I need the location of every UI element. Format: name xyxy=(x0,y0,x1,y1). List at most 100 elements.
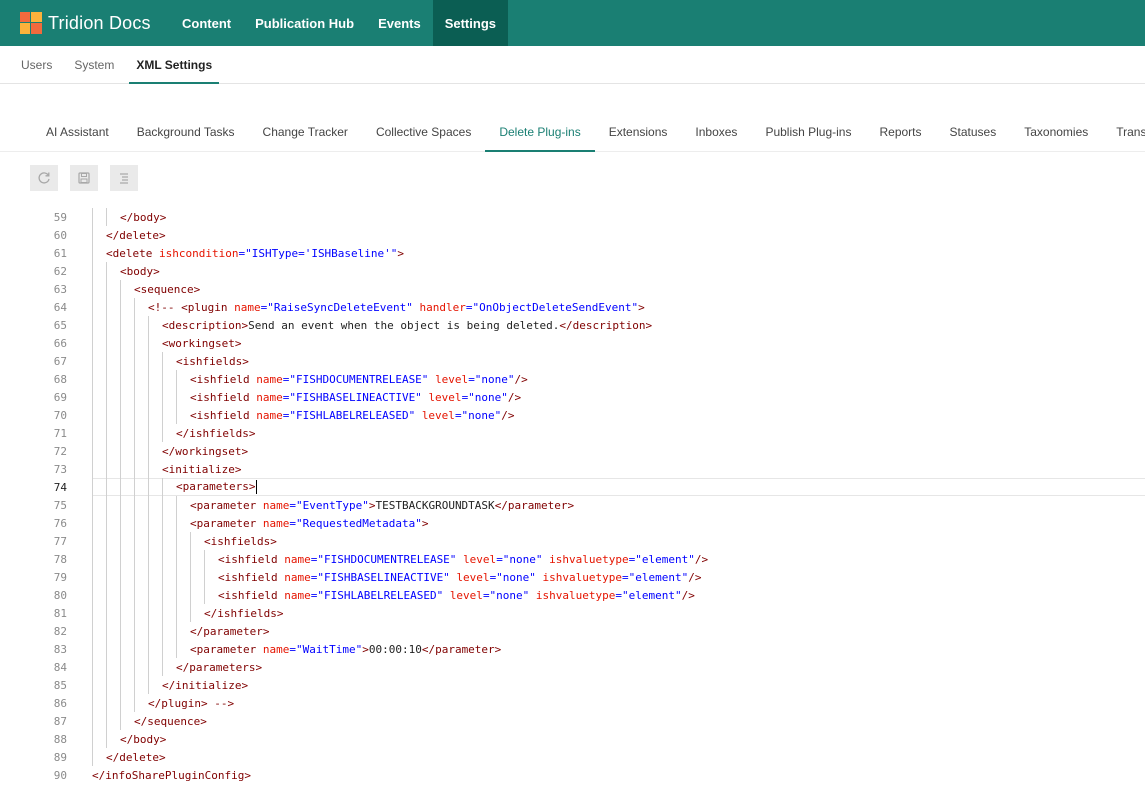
code-line[interactable]: 87 </sequence> xyxy=(0,712,1145,730)
code-line[interactable]: 66 <workingset> xyxy=(0,334,1145,352)
tab-background-tasks[interactable]: Background Tasks xyxy=(123,112,249,151)
code-line[interactable]: 64 <!-- <plugin name="RaiseSyncDeleteEven… xyxy=(0,298,1145,316)
code-line[interactable]: 89 </delete> xyxy=(0,748,1145,766)
indent-guide xyxy=(106,694,107,712)
tab-extensions[interactable]: Extensions xyxy=(595,112,682,151)
subnav-users[interactable]: Users xyxy=(10,46,63,83)
code-line[interactable]: 77 <ishfields> xyxy=(0,532,1145,550)
indent-guide xyxy=(120,424,121,442)
brand[interactable]: Tridion Docs xyxy=(0,0,170,46)
code-line[interactable]: 69 <ishfield name="FISHBASELINEACTIVE" le… xyxy=(0,388,1145,406)
code-line[interactable]: 84 </parameters> xyxy=(0,658,1145,676)
indent-guide xyxy=(148,640,149,658)
code-text: <workingset> xyxy=(162,336,242,350)
indent-guide xyxy=(148,676,149,694)
subnav-xml-settings[interactable]: XML Settings xyxy=(125,46,223,84)
code-text: </ishfields> xyxy=(204,606,284,620)
tab-change-tracker[interactable]: Change Tracker xyxy=(249,112,362,151)
tab-translations[interactable]: Translations xyxy=(1102,112,1145,151)
indent-guide xyxy=(106,334,107,352)
code-line[interactable]: 83 <parameter name="WaitTime">00:00:10</p… xyxy=(0,640,1145,658)
xml-code-editor[interactable]: 59 </body> 60 </delete> 61 <delete ishconditi… xyxy=(0,208,1145,787)
format-button[interactable] xyxy=(110,165,138,191)
code-line[interactable]: 85 </initialize> xyxy=(0,676,1145,694)
indent-guide xyxy=(92,694,93,712)
tab-collective-spaces[interactable]: Collective Spaces xyxy=(362,112,485,151)
refresh-button[interactable] xyxy=(30,165,58,191)
code-line[interactable]: 71 </ishfields> xyxy=(0,424,1145,442)
code-text: </initialize> xyxy=(162,678,249,692)
line-number: 90 xyxy=(53,768,67,782)
indent-guide xyxy=(106,730,107,748)
indent-guide xyxy=(106,640,107,658)
indent-guide xyxy=(148,370,149,388)
code-text: <ishfield name="FISHLABELRELEASED" level… xyxy=(218,588,695,602)
code-line[interactable]: 80 <ishfield name="FISHLABELRELEASED" lev… xyxy=(0,586,1145,604)
code-line[interactable]: 60 </delete> xyxy=(0,226,1145,244)
nav-settings[interactable]: Settings xyxy=(432,0,508,46)
code-line[interactable]: 76 <parameter name="RequestedMetadata"> xyxy=(0,514,1145,532)
code-line[interactable]: 59 </body> xyxy=(0,208,1145,226)
save-button[interactable] xyxy=(70,165,98,191)
indent-guide xyxy=(92,550,93,568)
indent-guide xyxy=(204,550,205,568)
code-line[interactable]: 82 </parameter> xyxy=(0,622,1145,640)
code-line[interactable]: 73 <initialize> xyxy=(0,460,1145,478)
code-line[interactable]: 88 </body> xyxy=(0,730,1145,748)
tab-publish-plug-ins[interactable]: Publish Plug-ins xyxy=(751,112,865,151)
brand-name: Tridion Docs xyxy=(48,12,151,33)
indent-guide xyxy=(134,442,135,460)
tab-reports[interactable]: Reports xyxy=(865,112,935,151)
code-text: <sequence> xyxy=(134,282,201,296)
indent-guide xyxy=(148,568,149,586)
code-line[interactable]: 86 </plugin> --> xyxy=(0,694,1145,712)
indent-guide xyxy=(92,658,93,676)
line-number: 61 xyxy=(53,246,67,260)
line-number: 81 xyxy=(53,606,67,620)
indent-guide xyxy=(176,568,177,586)
subnav-system[interactable]: System xyxy=(63,46,125,83)
nav-events[interactable]: Events xyxy=(366,0,433,46)
tab-delete-plug-ins[interactable]: Delete Plug-ins xyxy=(485,112,596,152)
indent-guide xyxy=(134,334,135,352)
tab-inboxes[interactable]: Inboxes xyxy=(681,112,751,151)
code-line[interactable]: 79 <ishfield name="FISHBASELINEACTIVE" le… xyxy=(0,568,1145,586)
tab-ai-assistant[interactable]: AI Assistant xyxy=(34,112,123,151)
code-line[interactable]: 65 <description>Send an event when the ob… xyxy=(0,316,1145,334)
code-line[interactable]: 90 </infoSharePluginConfig> xyxy=(0,766,1145,784)
indent-guide xyxy=(120,478,121,496)
indent-guide xyxy=(148,316,149,334)
code-line[interactable]: 61 <delete ishcondition="ISHType='ISHBase… xyxy=(0,244,1145,262)
code-line[interactable]: 70 <ishfield name="FISHLABELRELEASED" lev… xyxy=(0,406,1145,424)
code-line[interactable]: 67 <ishfields> xyxy=(0,352,1145,370)
indent-guide xyxy=(162,388,163,406)
code-text: <ishfield name="FISHDOCUMENTRELEASE" lev… xyxy=(190,372,528,386)
indent-guide xyxy=(92,586,93,604)
code-line[interactable]: 63 <sequence> xyxy=(0,280,1145,298)
indent-guide xyxy=(148,442,149,460)
code-line[interactable]: 72 </workingset> xyxy=(0,442,1145,460)
line-number: 79 xyxy=(53,570,67,584)
code-line[interactable]: 78 <ishfield name="FISHDOCUMENTRELEASE" l… xyxy=(0,550,1145,568)
indent-guide xyxy=(134,478,135,496)
indent-guide xyxy=(106,298,107,316)
line-number: 84 xyxy=(53,660,67,674)
tab-taxonomies[interactable]: Taxonomies xyxy=(1010,112,1102,151)
indent-guide xyxy=(92,712,93,730)
code-line[interactable]: 75 <parameter name="EventType">TESTBACKGR… xyxy=(0,496,1145,514)
code-text: </sequence> xyxy=(134,714,207,728)
line-number: 72 xyxy=(53,444,67,458)
indent-guide xyxy=(120,370,121,388)
indent-guide xyxy=(92,244,93,262)
nav-publication-hub[interactable]: Publication Hub xyxy=(243,0,366,46)
nav-content[interactable]: Content xyxy=(170,0,243,46)
code-line[interactable]: 74 <parameters> xyxy=(0,478,1145,496)
code-line[interactable]: 62 <body> xyxy=(0,262,1145,280)
indent-guide xyxy=(176,586,177,604)
indent-guide xyxy=(134,298,135,316)
indent-guide xyxy=(162,550,163,568)
code-line[interactable]: 81 </ishfields> xyxy=(0,604,1145,622)
tab-statuses[interactable]: Statuses xyxy=(936,112,1011,151)
code-line[interactable]: 68 <ishfield name="FISHDOCUMENTRELEASE" l… xyxy=(0,370,1145,388)
line-number: 78 xyxy=(53,552,67,566)
